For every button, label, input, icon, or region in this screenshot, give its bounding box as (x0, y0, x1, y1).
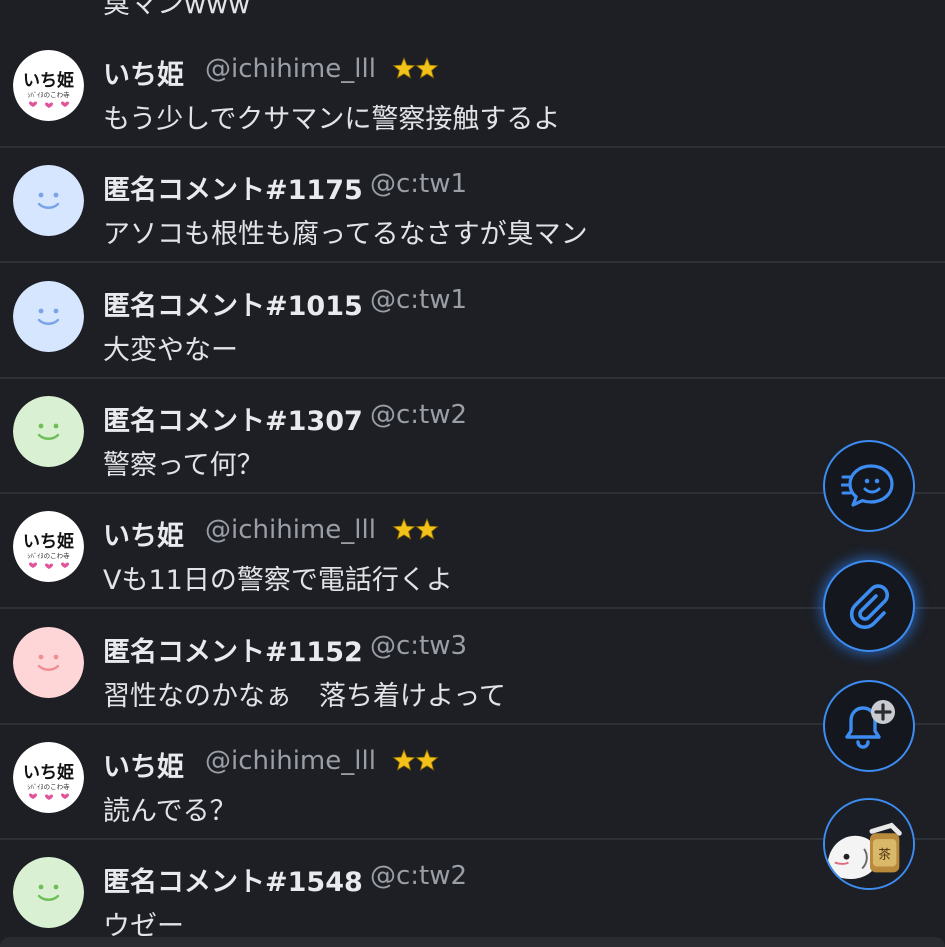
smiley-avatar-icon (13, 395, 84, 467)
chat-bubble-icon (841, 464, 894, 507)
profile-fab[interactable]: 茶 (823, 798, 915, 890)
comment-username[interactable]: 匿名コメント#1152 (103, 630, 363, 669)
comment-text: もう少しでクサマンに警察接触するよ (103, 104, 561, 135)
comment-feed: 臭マンwww いち姫 ｼﾊﾞｲﾇのこわ寺 いち姫 @ichihime_lll もう少しで… (0, 0, 945, 947)
comment-text: Vも11日の警察で電話行くよ (103, 565, 453, 597)
comment-item[interactable]: 匿名コメント#1307 @c:tw2 警察って何？ (0, 379, 945, 494)
comment-fab[interactable] (823, 440, 915, 532)
svg-text:いち姫: いち姫 (23, 762, 74, 783)
ichihime-logo-avatar: いち姫ｼﾊﾞｲﾇのこわ寺 (13, 50, 84, 121)
avatar[interactable] (13, 626, 84, 698)
comment-handle: @c:tw2 (370, 861, 468, 892)
svg-text:ｼﾊﾞｲﾇのこわ寺: ｼﾊﾞｲﾇのこわ寺 (27, 552, 70, 560)
ichihime-logo-avatar: いち姫ｼﾊﾞｲﾇのこわ寺 (13, 741, 84, 813)
comment-text: 警察って何？ (103, 449, 264, 481)
svg-text:いち姫: いち姫 (23, 531, 74, 552)
comment-item[interactable]: 匿名コメント#1152 @c:tw3 習性なのかなぁ 落ち着けよって (0, 610, 945, 725)
comment-username[interactable]: いち姫 (103, 745, 184, 784)
comment-text: アソコも根性も腐ってるなさすが臭マン (103, 219, 588, 251)
notify-fab[interactable] (823, 680, 915, 772)
double-star-badge (392, 518, 439, 540)
comment-handle: @c:tw3 (370, 630, 468, 661)
comment-username[interactable]: 匿名コメント#1307 (103, 399, 363, 438)
comment-username[interactable]: 匿名コメント#1175 (103, 168, 363, 207)
comment-item[interactable]: いち姫 ｼﾊﾞｲﾇのこわ寺 いち姫 @ichihime_lll Vも11日の警察で電話行… (0, 494, 945, 610)
comment-item[interactable]: 匿名コメント#1548 @c:tw2 ウゼー (0, 840, 945, 947)
comment-handle: @c:tw2 (370, 399, 468, 430)
character-avatar: 茶 (825, 800, 913, 888)
comment-text: 読んでる？ (103, 795, 237, 827)
partial-comment-text: 臭マンwww (103, 0, 251, 20)
comment-handle: @ichihime_lll (205, 54, 376, 84)
avatar[interactable]: いち姫 ｼﾊﾞｲﾇのこわ寺 (13, 511, 84, 583)
comment-item[interactable]: 匿名コメント#1015 @c:tw1 大変やなー (0, 264, 945, 379)
comment-item[interactable]: 匿名コメント#1175 @c:tw1 アソコも根性も腐ってるなさすが臭マン (0, 148, 945, 264)
comment-username[interactable]: いち姫 (103, 53, 184, 92)
comment-handle: @ichihime_lll (205, 515, 376, 546)
bottom-sheet-edge (0, 937, 945, 947)
smiley-avatar-icon (13, 280, 84, 352)
svg-text:ｼﾊﾞｲﾇのこわ寺: ｼﾊﾞｲﾇのこわ寺 (27, 783, 70, 791)
comment-username[interactable]: いち姫 (103, 514, 184, 553)
svg-text:茶: 茶 (878, 847, 891, 862)
ichihime-logo-avatar: いち姫ｼﾊﾞｲﾇのこわ寺 (13, 511, 84, 583)
comment-username[interactable]: 匿名コメント#1015 (103, 284, 363, 323)
smiley-avatar-icon (13, 165, 84, 237)
smiley-avatar-icon (13, 626, 84, 698)
avatar[interactable] (13, 280, 84, 352)
double-star-badge (392, 748, 439, 771)
comment-handle: @c:tw1 (370, 284, 468, 315)
avatar[interactable]: いち姫 ｼﾊﾞｲﾇのこわ寺 (13, 741, 84, 813)
comment-handle: @ichihime_lll (205, 745, 376, 776)
paperclip-icon (849, 584, 889, 629)
avatar[interactable] (13, 857, 84, 929)
avatar[interactable] (13, 395, 84, 467)
bell-plus-icon (845, 700, 895, 749)
svg-text:ｼﾊﾞｲﾇのこわ寺: ｼﾊﾞｲﾇのこわ寺 (27, 91, 70, 99)
double-star-badge (392, 56, 439, 79)
attach-fab[interactable] (823, 560, 915, 652)
comment-handle: @c:tw1 (370, 169, 468, 200)
avatar[interactable] (13, 165, 84, 237)
svg-text:いち姫: いち姫 (23, 70, 74, 91)
comment-item[interactable]: いち姫 ｼﾊﾞｲﾇのこわ寺 いち姫 @ichihime_lll 読んでる？ (0, 725, 945, 840)
comment-text: 習性なのかなぁ 落ち着けよって (103, 680, 506, 712)
comment-item[interactable]: いち姫 ｼﾊﾞｲﾇのこわ寺 いち姫 @ichihime_lll もう少しでクサマンに警察… (0, 33, 945, 148)
comment-text: 大変やなー (103, 334, 238, 366)
smiley-avatar-icon (13, 857, 84, 929)
comment-username[interactable]: 匿名コメント#1548 (103, 860, 363, 899)
avatar[interactable]: いち姫 ｼﾊﾞｲﾇのこわ寺 (13, 50, 84, 121)
